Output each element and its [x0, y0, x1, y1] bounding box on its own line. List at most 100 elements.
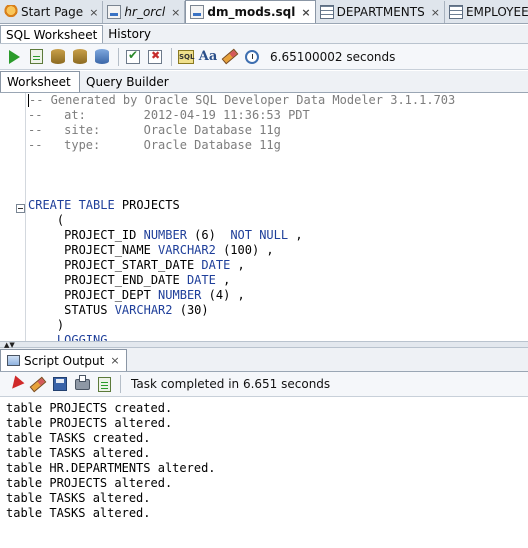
sql-tuning-button[interactable] [92, 47, 112, 67]
close-icon[interactable]: × [171, 6, 180, 19]
run-script-button[interactable] [26, 47, 46, 67]
sql-keyword: VARCHAR2 [114, 303, 173, 317]
output-line: table TASKS altered. [6, 491, 151, 505]
worksheet-mode-tabs: SQL Worksheet History [0, 25, 528, 44]
sql-keyword: DATE [201, 258, 231, 272]
tab-departments[interactable]: DEPARTMENTS × [316, 1, 445, 23]
print-output-button[interactable] [72, 374, 92, 394]
pin-icon [7, 375, 25, 393]
table-grid-icon [448, 5, 463, 19]
code-line: -- Generated by Oracle SQL Developer Dat… [28, 93, 455, 108]
code-line: ( [28, 213, 455, 228]
tab-employees[interactable]: EMPLOYEES [445, 1, 528, 23]
commit-button[interactable] [123, 47, 143, 67]
code-line: PROJECT_ID NUMBER (6) NOT NULL , [28, 228, 455, 243]
unshared-sql-button[interactable]: SQL [176, 47, 196, 67]
output-line: table TASKS altered. [6, 506, 151, 520]
document-tab-strip: Start Page × hr_orcl × dm_mods.sql × DEP… [0, 0, 528, 24]
code-line: -- at: 2012-04-19 11:36:53 PDT [28, 108, 455, 123]
code-area[interactable]: -- Generated by Oracle SQL Developer Dat… [28, 93, 455, 341]
sql-keyword: NOT NULL [230, 228, 289, 242]
code-line: LOGGING [28, 333, 455, 341]
tab-label: EMPLOYEES [465, 5, 528, 19]
rollback-button[interactable] [145, 47, 165, 67]
code-line: PROJECT_NAME VARCHAR2 (100) , [28, 243, 455, 258]
sql-comment: -- site: Oracle Database 11g [28, 123, 281, 137]
panel-splitter[interactable]: ▲▼ [0, 341, 528, 349]
tab-script-output[interactable]: Script Output × [0, 349, 127, 371]
document-icon [97, 376, 111, 392]
code-line: ) [28, 318, 455, 333]
autotrace-icon [73, 49, 87, 64]
sql-keyword: CREATE TABLE [28, 198, 115, 212]
sql-text: PROJECT_END_DATE [28, 273, 187, 287]
sql-text: (6) [186, 228, 231, 242]
tab-sql-worksheet[interactable]: SQL Worksheet [0, 25, 104, 43]
printer-icon [74, 374, 90, 390]
task-status: Task completed in 6.651 seconds [131, 377, 331, 391]
eraser-icon [221, 48, 239, 65]
clear-output-button[interactable] [28, 374, 48, 394]
output-line: table PROJECTS created. [6, 401, 173, 415]
freeze-view-button[interactable] [6, 374, 26, 394]
close-icon[interactable]: × [431, 6, 440, 19]
tab-label: hr_orcl [124, 5, 166, 19]
output-tab-strip: Script Output × [0, 348, 528, 372]
save-output-button[interactable] [50, 374, 70, 394]
run-statement-button[interactable] [4, 47, 24, 67]
output-toolbar: Task completed in 6.651 seconds [0, 372, 528, 397]
fold-toggle-icon[interactable] [16, 204, 25, 213]
tab-start-page[interactable]: Start Page × [0, 1, 104, 23]
explain-plan-button[interactable] [48, 47, 68, 67]
code-line: PROJECT_END_DATE DATE , [28, 273, 455, 288]
eraser-icon [29, 376, 47, 392]
code-line: PROJECT_DEPT NUMBER (4) , [28, 288, 455, 303]
sql-text: PROJECT_ID [28, 228, 144, 242]
sql-keyword: VARCHAR2 [158, 243, 216, 257]
sql-comment: -- type: Oracle Database 11g [28, 138, 281, 152]
clear-button[interactable] [220, 47, 240, 67]
tab-history[interactable]: History [103, 25, 156, 43]
editor-tabs: Worksheet Query Builder [0, 71, 528, 93]
tab-hr-orcl[interactable]: hr_orcl × [103, 1, 186, 23]
sql-connection-icon [107, 5, 122, 19]
sql-keyword: DATE [186, 273, 216, 287]
sql-comment: -- at: 2012-04-19 11:36:53 PDT [28, 108, 310, 122]
close-icon[interactable]: × [110, 354, 119, 367]
run-script-icon [29, 49, 43, 64]
code-line: -- site: Oracle Database 11g [28, 123, 455, 138]
tab-label: Start Page [21, 5, 84, 19]
play-icon [8, 49, 20, 64]
open-output-button[interactable] [94, 374, 114, 394]
output-line: table PROJECTS altered. [6, 416, 173, 430]
sql-icon: SQL [178, 49, 194, 64]
execution-time: 6.65100002 seconds [270, 49, 396, 64]
tab-dm-mods-sql[interactable]: dm_mods.sql × [185, 0, 316, 23]
output-line: table HR.DEPARTMENTS altered. [6, 461, 216, 475]
worksheet-toolbar: SQL Aa 6.65100002 seconds [0, 44, 528, 70]
editor-gutter [0, 93, 26, 341]
output-line: table PROJECTS altered. [6, 476, 173, 490]
sql-editor[interactable]: -- Generated by Oracle SQL Developer Dat… [0, 93, 528, 341]
close-icon[interactable]: × [301, 6, 310, 19]
output-line: table TASKS created. [6, 431, 151, 445]
sql-history-button[interactable] [242, 47, 262, 67]
sql-text: ) [28, 318, 65, 332]
script-output-area[interactable]: table PROJECTS created. table PROJECTS al… [0, 398, 528, 548]
sql-text: (4) , [201, 288, 245, 302]
to-upper-lower-button[interactable]: Aa [198, 47, 218, 67]
toolbar-separator [171, 47, 172, 66]
close-icon[interactable]: × [89, 6, 98, 19]
tab-worksheet[interactable]: Worksheet [0, 71, 80, 92]
sql-tuning-icon [95, 49, 109, 64]
explain-plan-icon [51, 49, 65, 64]
start-page-icon [4, 5, 18, 19]
code-line: -- type: Oracle Database 11g [28, 138, 455, 153]
tab-label: Script Output [24, 353, 105, 368]
tab-query-builder[interactable]: Query Builder [80, 72, 175, 92]
tab-label: dm_mods.sql [207, 5, 296, 19]
autotrace-button[interactable] [70, 47, 90, 67]
sql-text: PROJECTS [114, 198, 180, 212]
